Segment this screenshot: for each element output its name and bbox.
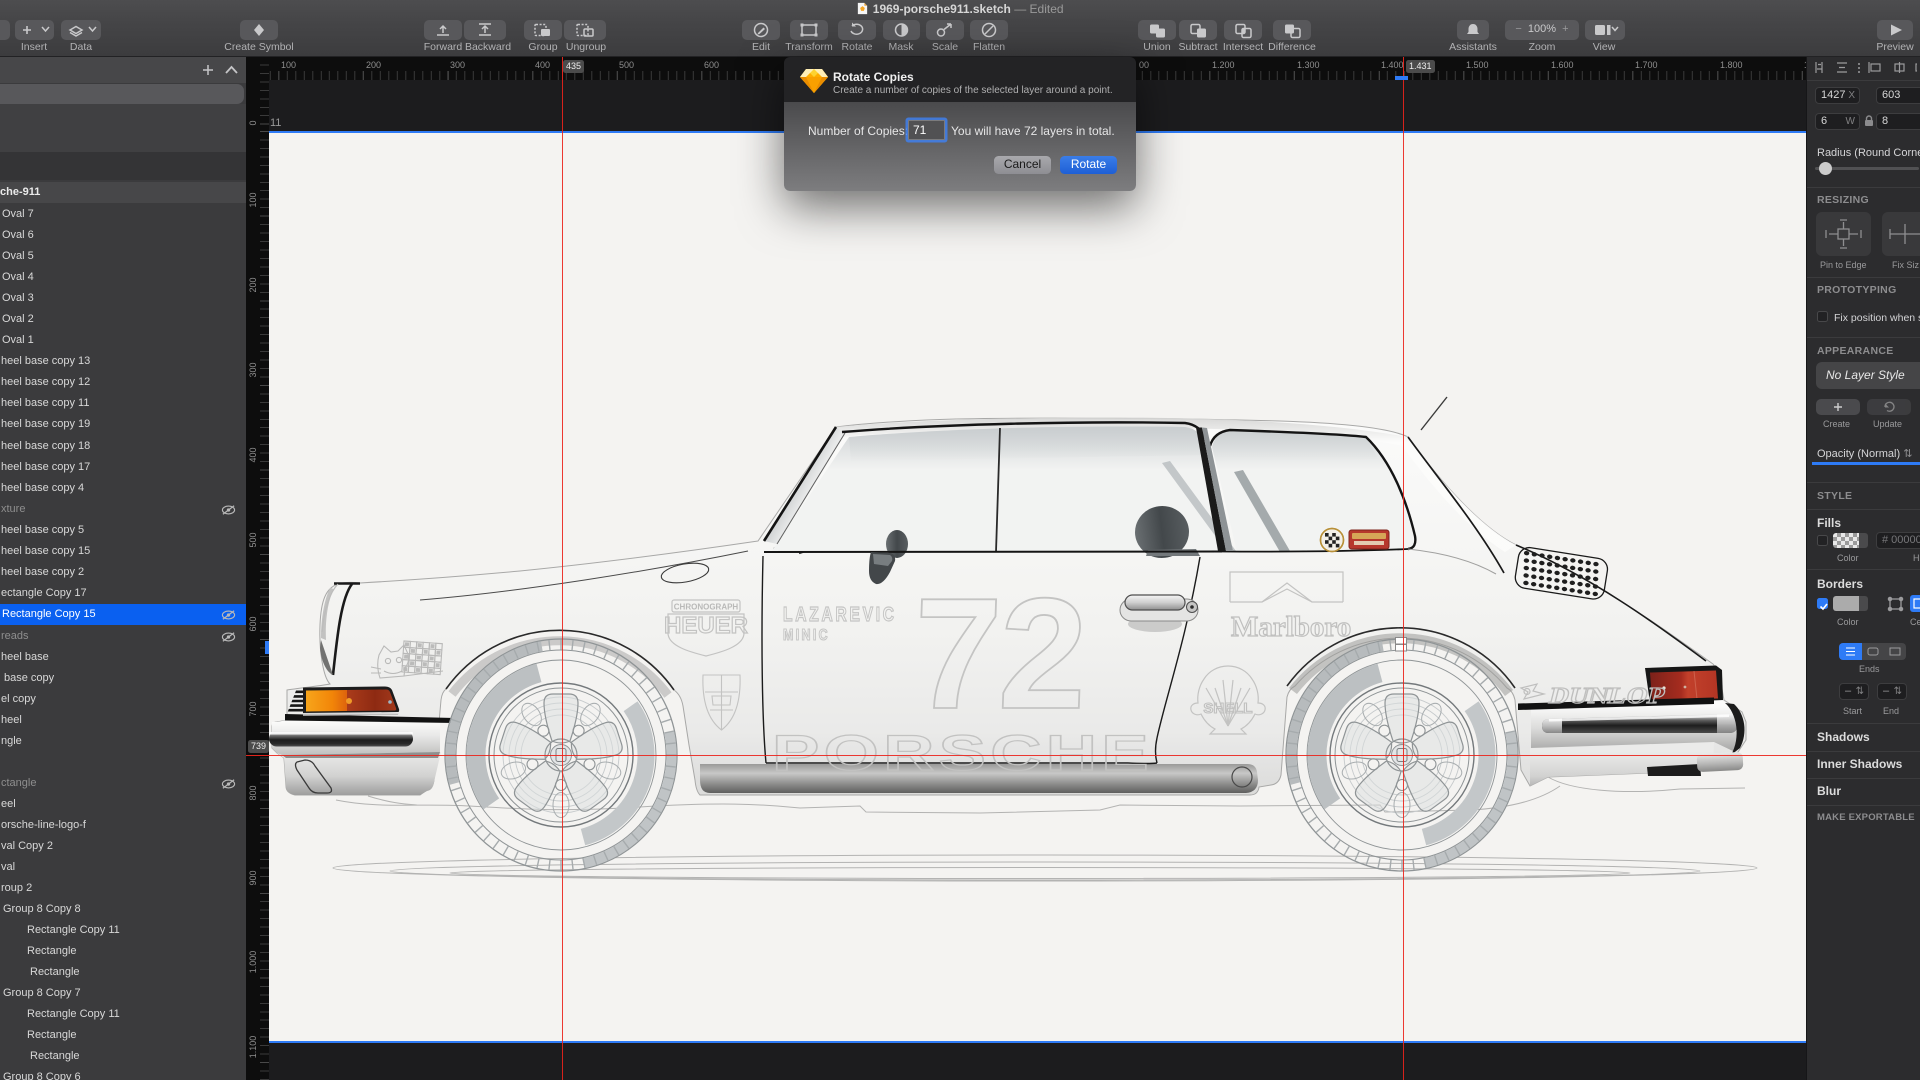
svg-text:PORSCHE: PORSCHE bbox=[772, 725, 1153, 781]
svg-text:72: 72 bbox=[910, 566, 1088, 742]
svg-text:Marlboro: Marlboro bbox=[1231, 611, 1351, 643]
svg-text:HEUER: HEUER bbox=[664, 612, 748, 639]
svg-text:CHRONOGRAPH: CHRONOGRAPH bbox=[674, 603, 739, 612]
svg-text:MINIC: MINIC bbox=[783, 627, 830, 645]
svg-text:LAZAREVIC: LAZAREVIC bbox=[783, 603, 897, 625]
svg-text:SHELL: SHELL bbox=[1203, 700, 1252, 717]
svg-text:DUNLOP: DUNLOP bbox=[1547, 682, 1668, 708]
